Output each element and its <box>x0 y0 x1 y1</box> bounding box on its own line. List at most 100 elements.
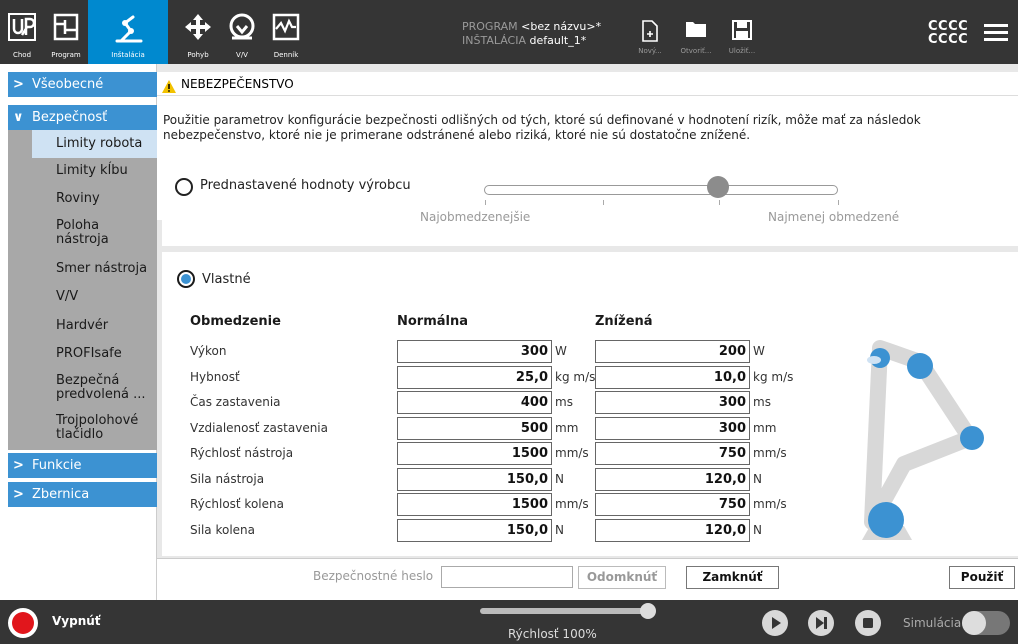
sidebar-item-three-position-device[interactable]: Trojpolohové tlačidlo <box>56 414 149 442</box>
reduced-value-field[interactable]: 750 <box>595 493 750 516</box>
normal-value-field[interactable]: 1500 <box>397 442 552 465</box>
program-status: PROGRAM <bez názvu>* INŠTALÁCIA default_… <box>462 20 601 48</box>
sidebar-item-io[interactable]: V/V <box>56 290 149 304</box>
sidebar-item-robot-limits[interactable]: Limity robota <box>56 137 149 151</box>
normal-unit: W <box>555 344 567 358</box>
sidebar-item-tool-position[interactable]: Poloha nástroja <box>56 219 149 247</box>
speed-slider-knob[interactable] <box>640 603 656 619</box>
nav-program-label: Program <box>51 51 81 59</box>
hamburger-menu-icon[interactable] <box>984 24 1008 42</box>
limit-name: Rýchlosť kolena <box>190 497 284 511</box>
sidebar-group-general[interactable]: > Všeobecné <box>8 72 157 97</box>
sidebar-item-joint-limits[interactable]: Limity kĺbu <box>56 164 149 178</box>
play-button[interactable] <box>762 610 788 636</box>
normal-unit: N <box>555 522 564 537</box>
preset-radio[interactable] <box>175 178 193 196</box>
nav-log[interactable]: Denník <box>264 0 308 64</box>
reduced-unit: mm/s <box>753 446 787 460</box>
step-button[interactable] <box>808 610 834 636</box>
apply-button[interactable]: Použiť <box>949 566 1015 589</box>
normal-value-field[interactable]: 1500 <box>397 493 552 516</box>
sidebar-item-safe-home[interactable]: Bezpečná predvolená ... <box>56 374 149 402</box>
sidebar-group-safety[interactable]: ∨ Bezpečnosť <box>8 105 157 130</box>
nav-installation-label: Inštalácia <box>111 51 145 59</box>
user-id-line2: CCCC <box>928 32 969 47</box>
play-icon <box>772 617 781 629</box>
normal-value-field[interactable]: 150,0 <box>397 467 552 491</box>
reduced-unit: N <box>753 471 762 486</box>
action-bar: Bezpečnostné heslo Odomknúť Zamknúť Použ… <box>157 558 1018 600</box>
normal-unit: N <box>555 471 564 486</box>
app-window: Chod Program Inštalácia Pohyb V/V Denník… <box>0 0 1018 644</box>
sidebar-item-profisafe[interactable]: PROFIsafe <box>56 347 149 361</box>
top-bar: Chod Program Inštalácia Pohyb V/V Denník… <box>0 0 1018 64</box>
stop-icon <box>863 618 873 628</box>
save-button[interactable]: Uložiť... <box>720 0 764 64</box>
io-icon <box>227 12 257 46</box>
nav-move[interactable]: Pohyb <box>176 0 220 64</box>
password-input[interactable] <box>441 566 573 588</box>
sidebar-group-fieldbus[interactable]: > Zbernica <box>8 482 157 507</box>
sidebar-group-features[interactable]: > Funkcie <box>8 453 157 478</box>
sidebar-group-label: Bezpečnosť <box>32 110 108 125</box>
warning-header: NEBEZPEČENSTVO <box>157 72 1018 96</box>
normal-value-field[interactable]: 500 <box>397 416 552 440</box>
normal-unit: mm/s <box>555 497 589 511</box>
chevron-right-icon: > <box>13 458 24 473</box>
reduced-unit: kg m/s <box>753 369 794 384</box>
limit-name: Hybnosť <box>190 369 240 384</box>
preset-slider-track[interactable] <box>484 185 838 195</box>
open-folder-icon <box>685 20 707 42</box>
reduced-value-field[interactable]: 10,0 <box>595 365 750 389</box>
reduced-value-field[interactable]: 300 <box>595 416 750 440</box>
slider-tick <box>838 200 839 205</box>
reduced-value-field[interactable]: 120,0 <box>595 467 750 491</box>
user-id: CCCC CCCC <box>928 20 968 46</box>
normal-value-field[interactable]: 300 <box>397 340 552 363</box>
normal-unit: ms <box>555 395 573 409</box>
speed-label: Rýchlosť 100% <box>508 627 597 641</box>
sidebar-item-planes[interactable]: Roviny <box>56 192 149 206</box>
open-button[interactable]: Otvoriť... <box>674 0 718 64</box>
nav-installation[interactable]: Inštalácia <box>88 0 168 64</box>
nav-run[interactable]: Chod <box>0 0 44 64</box>
sidebar-item-tool-direction[interactable]: Smer nástroja <box>56 262 156 276</box>
sidebar-group-label: Funkcie <box>32 458 82 473</box>
reduced-value-field[interactable]: 120,0 <box>595 518 750 542</box>
reduced-unit: N <box>753 522 762 537</box>
nav-move-label: Pohyb <box>187 51 209 59</box>
reduced-value-field[interactable]: 750 <box>595 442 750 465</box>
sidebar-group-label: Zbernica <box>32 487 90 502</box>
normal-value-field[interactable]: 25,0 <box>397 365 552 389</box>
reduced-value-field[interactable]: 300 <box>595 391 750 414</box>
preset-slider-knob[interactable] <box>706 176 729 198</box>
normal-value-field[interactable]: 400 <box>397 391 552 414</box>
ur-logo-icon <box>7 12 37 46</box>
limit-name: Vzdialenosť zastavenia <box>190 420 328 435</box>
nav-program[interactable]: Program <box>44 0 88 64</box>
lock-button[interactable]: Zamknúť <box>686 566 779 589</box>
move-icon <box>183 12 213 46</box>
installation-name: default_1* <box>529 34 587 47</box>
reduced-unit: mm <box>753 420 777 435</box>
custom-radio[interactable] <box>177 270 195 288</box>
chevron-right-icon: > <box>13 77 24 92</box>
open-button-label: Otvoriť... <box>680 47 712 55</box>
sidebar-item-hardware[interactable]: Hardvér <box>56 319 149 333</box>
nav-io[interactable]: V/V <box>220 0 264 64</box>
normal-value-field[interactable]: 150,0 <box>397 518 552 542</box>
program-icon <box>51 12 81 46</box>
column-header-normal: Normálna <box>397 314 469 329</box>
reduced-value-field[interactable]: 200 <box>595 340 750 363</box>
simulation-toggle[interactable] <box>962 611 1010 635</box>
limit-name: Výkon <box>190 344 227 358</box>
nav-run-label: Chod <box>12 51 32 59</box>
power-button[interactable] <box>8 608 38 638</box>
new-button[interactable]: Nový... <box>628 0 672 64</box>
stop-button[interactable] <box>855 610 881 636</box>
installation-icon <box>111 12 145 48</box>
slider-tick <box>485 200 486 205</box>
speed-slider-track[interactable] <box>480 608 650 614</box>
unlock-button[interactable]: Odomknúť <box>578 566 666 589</box>
warning-title: NEBEZPEČENSTVO <box>181 77 294 91</box>
